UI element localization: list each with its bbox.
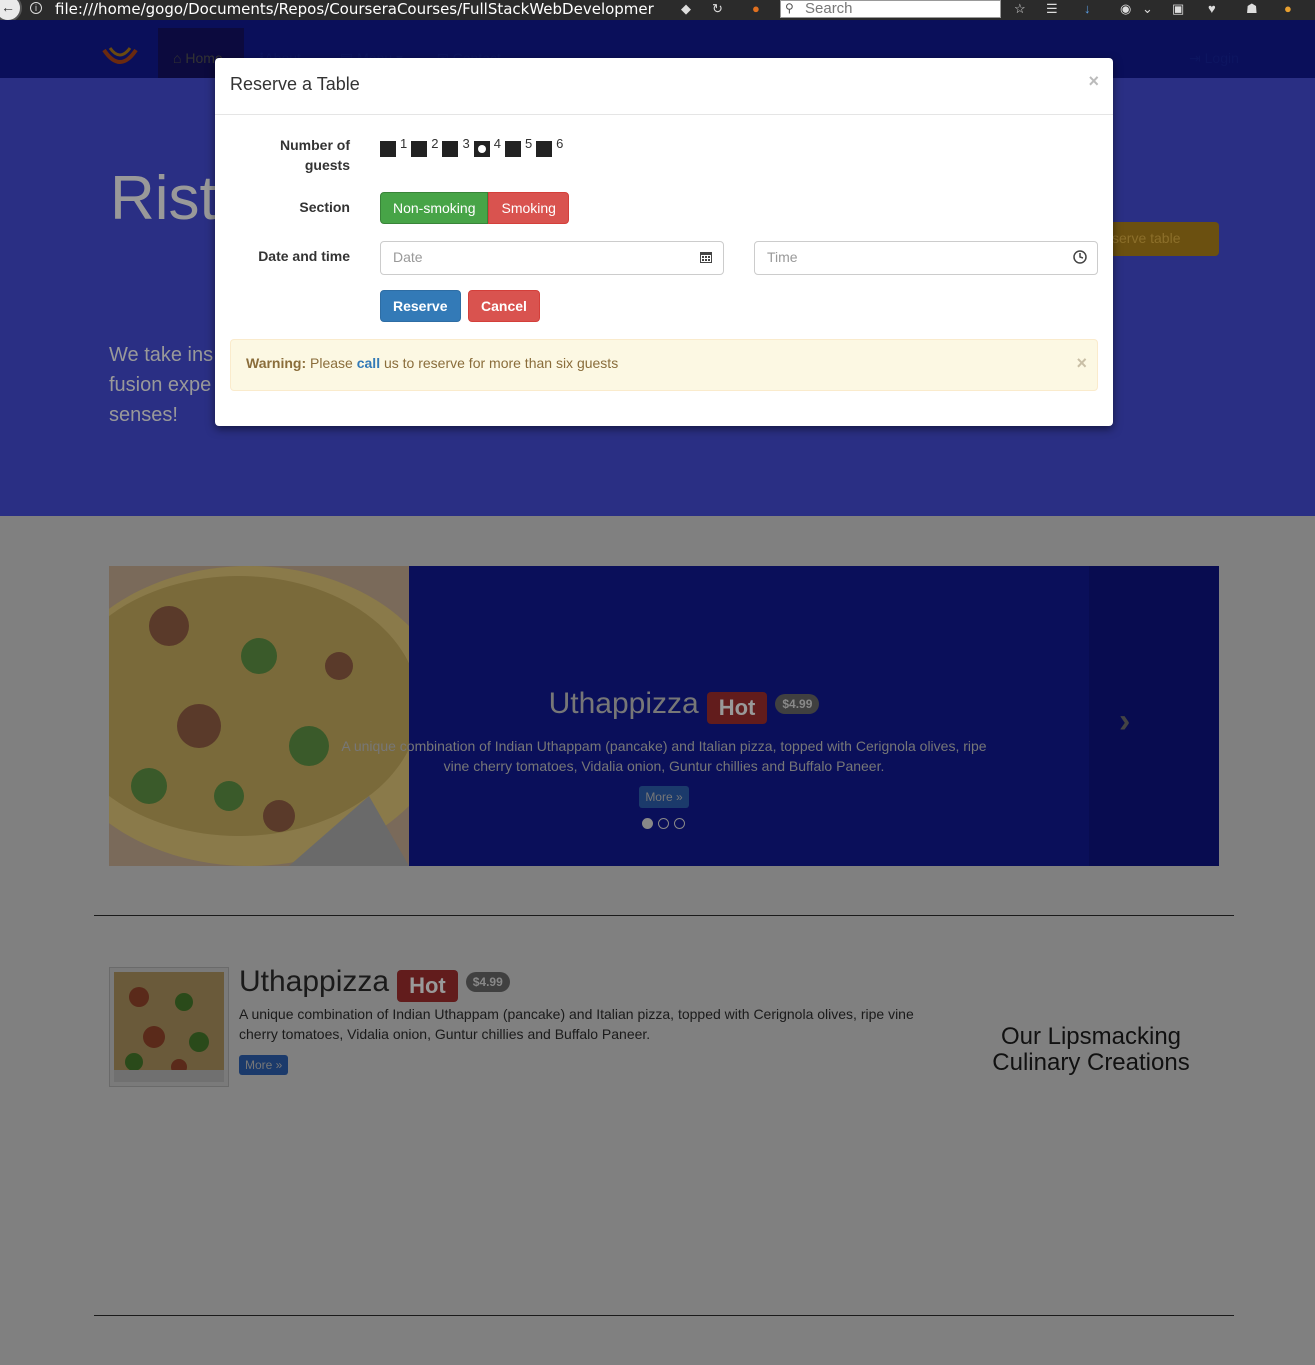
login-icon: ⇥ — [1189, 50, 1201, 66]
carousel-indicator-2[interactable] — [658, 818, 669, 829]
radio-button-selected[interactable] — [473, 141, 490, 157]
jumbotron-text: We take ins fusion expe senses! — [109, 344, 214, 426]
cancel-button[interactable]: Cancel — [468, 290, 540, 322]
carousel-caption: Uthappizza Hot $4.99 A unique combinatio… — [334, 684, 994, 808]
smoking-button[interactable]: Smoking — [488, 192, 569, 224]
info-icon[interactable]: i — [30, 2, 42, 14]
warning-alert: Warning: Please call us to reserve for m… — [230, 339, 1098, 391]
media-description: A unique combination of Indian Uthappam … — [239, 1006, 914, 1042]
carousel-indicator-3[interactable] — [674, 818, 685, 829]
calendar-icon — [700, 252, 712, 263]
radio-button[interactable] — [380, 141, 396, 157]
alert-strong: Warning: — [246, 355, 307, 371]
pocket-icon[interactable]: ♥ — [1208, 1, 1216, 16]
reading-list-icon[interactable]: ☰ — [1046, 1, 1058, 17]
extension-eye-icon[interactable]: ◉ — [1120, 1, 1131, 17]
divider — [94, 1315, 1234, 1316]
reload-icon[interactable]: ↻ — [712, 1, 723, 17]
modal-title: Reserve a Table — [230, 74, 360, 94]
carousel: Uthappizza Hot $4.99 A unique combinatio… — [109, 566, 1219, 866]
pizza-thumbnail-image — [114, 972, 224, 1082]
chevron-down-icon[interactable]: ⌄ — [1142, 1, 1153, 17]
browser-toolbar: ← i file:///home/gogo/Documents/Repos/Co… — [0, 0, 1315, 22]
side-heading: Our Lipsmacking Culinary Creations — [992, 1023, 1190, 1076]
ghost-icon[interactable]: ☗ — [1246, 1, 1258, 17]
home-icon: ⌂ — [173, 50, 182, 66]
divider — [94, 915, 1234, 916]
guests-option-2[interactable]: 2 — [411, 136, 438, 157]
search-icon: ⚲ — [785, 1, 794, 15]
radio-button[interactable] — [442, 141, 459, 157]
reserve-table-modal: Reserve a Table × Number of guests 1 2 3… — [215, 58, 1113, 426]
hot-badge: Hot — [706, 692, 768, 724]
screenshot-icon[interactable]: ▣ — [1172, 1, 1184, 17]
modal-header: Reserve a Table × — [215, 58, 1113, 115]
reserve-button[interactable]: Reserve — [380, 290, 461, 322]
back-arrow-icon[interactable]: ← — [0, 0, 22, 22]
restaurant-logo[interactable] — [100, 40, 140, 74]
nav-login[interactable]: ⇥ Login — [1189, 50, 1239, 67]
carousel-description: A unique combination of Indian Uthappam … — [341, 738, 987, 774]
call-link[interactable]: call — [357, 355, 380, 371]
firefox-icon[interactable]: ● — [1284, 1, 1292, 16]
extension-icon[interactable]: ● — [752, 1, 760, 16]
guests-option-5[interactable]: 5 — [504, 136, 532, 157]
guests-option-3[interactable]: 3 — [442, 136, 470, 157]
guests-radio-group: 1 2 3 4 5 6 — [380, 136, 567, 157]
time-input[interactable]: Time — [754, 241, 1098, 275]
bookmark-star-icon[interactable]: ☆ — [1014, 1, 1026, 17]
media-dish-title: Uthappizza — [239, 965, 390, 998]
carousel-more-button[interactable]: More » — [639, 786, 689, 808]
carousel-indicator-1[interactable] — [642, 818, 653, 829]
carousel-indicators — [642, 818, 685, 829]
section-toggle-group: Non-smoking Smoking — [380, 192, 569, 224]
jumbotron-title: Rist — [110, 164, 217, 233]
carousel-control-shade — [1089, 566, 1219, 866]
hot-badge: Hot — [397, 970, 458, 1002]
clock-icon — [1073, 250, 1087, 264]
price-badge: $4.99 — [465, 972, 510, 992]
radio-button[interactable] — [411, 141, 428, 157]
media-heading: Uthappizza Hot $4.99 — [239, 962, 510, 1002]
url-bar[interactable]: file:///home/gogo/Documents/Repos/Course… — [55, 0, 654, 18]
close-icon[interactable]: × — [1088, 71, 1099, 92]
alert-text-before: Please — [310, 355, 353, 371]
radio-button[interactable] — [504, 141, 521, 157]
non-smoking-button[interactable]: Non-smoking — [380, 192, 489, 224]
guests-option-4[interactable]: 4 — [473, 136, 501, 157]
close-icon[interactable]: × — [1076, 353, 1087, 374]
download-icon[interactable]: ↓ — [1084, 1, 1091, 16]
guests-option-1[interactable]: 1 — [380, 136, 407, 157]
media-thumbnail — [109, 967, 229, 1087]
media-more-button[interactable]: More » — [239, 1055, 289, 1075]
carousel-dish-title: Uthappizza — [548, 687, 699, 720]
alert-text-after: us to reserve for more than six guests — [383, 355, 619, 371]
price-badge: $4.99 — [775, 694, 820, 714]
date-input[interactable]: Date — [380, 241, 724, 275]
datetime-label: Date and time — [258, 248, 350, 264]
browser-search-input[interactable]: ⚲ Search — [780, 0, 1001, 18]
radio-button[interactable] — [536, 141, 553, 157]
guests-option-6[interactable]: 6 — [536, 136, 563, 157]
reserve-table-button[interactable]: serve table — [1100, 222, 1219, 256]
guests-label: Number of guests — [280, 137, 350, 173]
section-label: Section — [299, 199, 350, 215]
cube-icon[interactable]: ◆ — [681, 1, 691, 17]
chevron-right-icon[interactable]: › — [1119, 702, 1130, 741]
